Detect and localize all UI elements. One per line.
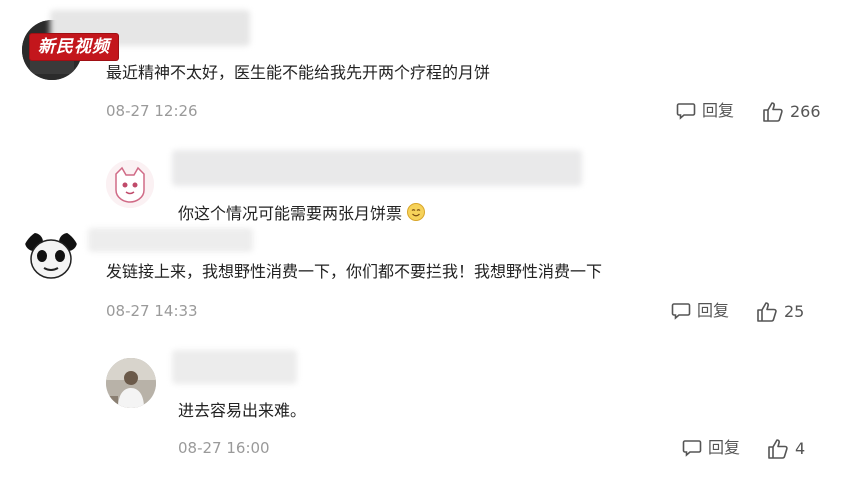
smile-emoji-icon: [406, 202, 426, 227]
reply-button-3[interactable]: 回复: [682, 438, 740, 458]
like-count: 25: [784, 302, 805, 321]
like-count: 4: [795, 439, 806, 458]
comment-text-4: 进去容易出来难。: [178, 401, 307, 420]
reply-text: 你这个情况可能需要两张月饼票: [178, 204, 403, 223]
like-count: 266: [790, 102, 821, 121]
username-blurred-3[interactable]: [88, 228, 253, 252]
reply-label: 回复: [702, 101, 735, 120]
comment-text-3: 发链接上来，我想野性消费一下，你们都不要拦我！我想野性消费一下: [106, 262, 603, 281]
brand-watermark: 新民视频: [30, 34, 118, 60]
like-button-2[interactable]: 25: [756, 301, 804, 323]
reply-button-2[interactable]: 回复: [671, 301, 729, 321]
thumbs-up-icon: [757, 302, 777, 322]
avatar-commenter-3[interactable]: [106, 358, 156, 408]
reply-label: 回复: [697, 301, 730, 320]
comment-time-4: 08-27 16:00: [178, 439, 270, 457]
speech-bubble-icon: [682, 440, 702, 457]
reply-label: 回复: [708, 438, 741, 457]
thumbs-up-icon: [763, 102, 783, 122]
speech-bubble-icon: [676, 103, 696, 120]
comment-text-2: 你这个情况可能需要两张月饼票: [178, 202, 426, 227]
thumbs-up-icon: [768, 439, 788, 459]
speech-bubble-icon: [671, 303, 691, 320]
comment-time-3: 08-27 14:33: [106, 302, 198, 320]
comment-text-1: 最近精神不太好，医生能不能给我先开两个疗程的月饼: [106, 63, 491, 82]
comment-time-1: 08-27 12:26: [106, 102, 198, 120]
avatar-commenter-2[interactable]: [22, 228, 80, 286]
username-blurred-4[interactable]: [172, 350, 297, 384]
like-button-1[interactable]: 266: [762, 101, 821, 123]
avatar-reply-1[interactable]: [106, 160, 154, 208]
like-button-3[interactable]: 4: [767, 438, 805, 460]
username-blurred-2[interactable]: [172, 150, 582, 186]
reply-button-1[interactable]: 回复: [676, 101, 734, 121]
